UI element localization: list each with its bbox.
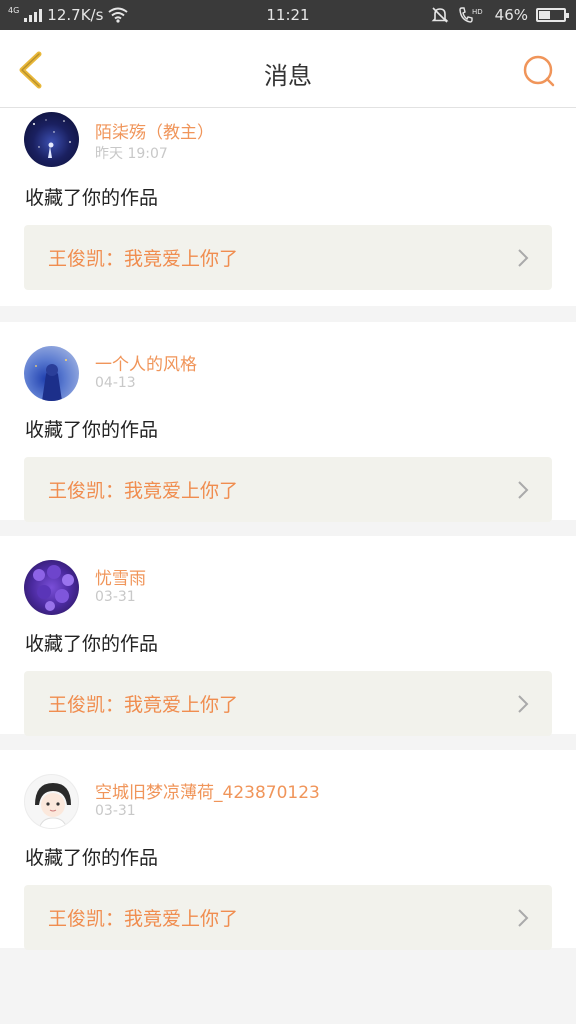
work-title: 王俊凯：我竟爱上你了 [48,694,239,716]
starry-avatar-image [33,119,71,158]
message-item: 空城旧梦凉薄荷_423870123 03-31 收藏了你的作品 王俊凯：我竟爱上… [0,750,576,950]
message-item: 忧雪雨 03-31 收藏了你的作品 王俊凯：我竟爱上你了 [0,536,576,736]
mute-bell-icon [431,7,449,23]
page-title: 消息 [264,62,312,90]
avatar[interactable] [24,346,79,401]
purple-flowers-avatar-image [33,565,74,611]
work-link[interactable]: 王俊凯：我竟爱上你了 [24,671,552,736]
username[interactable]: 忧雪雨 [95,564,146,589]
back-icon[interactable] [12,50,52,90]
timestamp: 03-31 [95,589,136,605]
action-text: 收藏了你的作品 [25,419,159,441]
username[interactable]: 陌柒殇（教主） [95,118,214,143]
work-title: 王俊凯：我竟爱上你了 [48,908,239,930]
network-type: 4G [8,6,20,15]
blue-figure-avatar-image [35,359,67,401]
work-link[interactable]: 王俊凯：我竟爱上你了 [24,457,552,522]
timestamp: 03-31 [95,803,136,819]
timestamp: 04-13 [95,375,136,391]
hd-call-icon: HD [458,7,483,23]
message-list: 陌柒殇（教主） 昨天 19:07 收藏了你的作品 王俊凯：我竟爱上你了 一个人的… [0,108,576,950]
cartoon-girl-avatar-image [35,783,71,828]
work-title: 王俊凯：我竟爱上你了 [48,480,239,502]
signal-icon [24,8,43,22]
work-title: 王俊凯：我竟爱上你了 [48,248,239,270]
message-item: 陌柒殇（教主） 昨天 19:07 收藏了你的作品 王俊凯：我竟爱上你了 [0,108,576,306]
search-icon[interactable] [520,52,558,90]
wifi-icon [108,7,129,23]
chevron-right-icon [518,249,529,267]
work-link[interactable]: 王俊凯：我竟爱上你了 [24,885,552,950]
nav-bar: 消息 [0,30,576,108]
timestamp: 昨天 19:07 [95,146,168,162]
network-speed: 12.7K/s [47,6,104,24]
action-text: 收藏了你的作品 [25,187,159,209]
avatar[interactable] [24,560,79,615]
username[interactable]: 一个人的风格 [95,350,197,375]
avatar[interactable] [24,112,79,167]
hd-label: HD [472,8,483,16]
battery-fill [539,11,550,19]
chevron-right-icon [518,695,529,713]
message-item: 一个人的风格 04-13 收藏了你的作品 王俊凯：我竟爱上你了 [0,322,576,522]
username[interactable]: 空城旧梦凉薄荷_423870123 [95,778,320,803]
action-text: 收藏了你的作品 [25,633,159,655]
action-text: 收藏了你的作品 [25,847,159,869]
chevron-right-icon [518,909,529,927]
avatar[interactable] [24,774,79,829]
status-bar: 4G 12.7K/s 11:21 HD 46% [0,0,576,30]
chevron-right-icon [518,481,529,499]
battery-percent: 46% [494,6,528,24]
work-link[interactable]: 王俊凯：我竟爱上你了 [24,225,552,290]
battery-icon [536,8,569,22]
